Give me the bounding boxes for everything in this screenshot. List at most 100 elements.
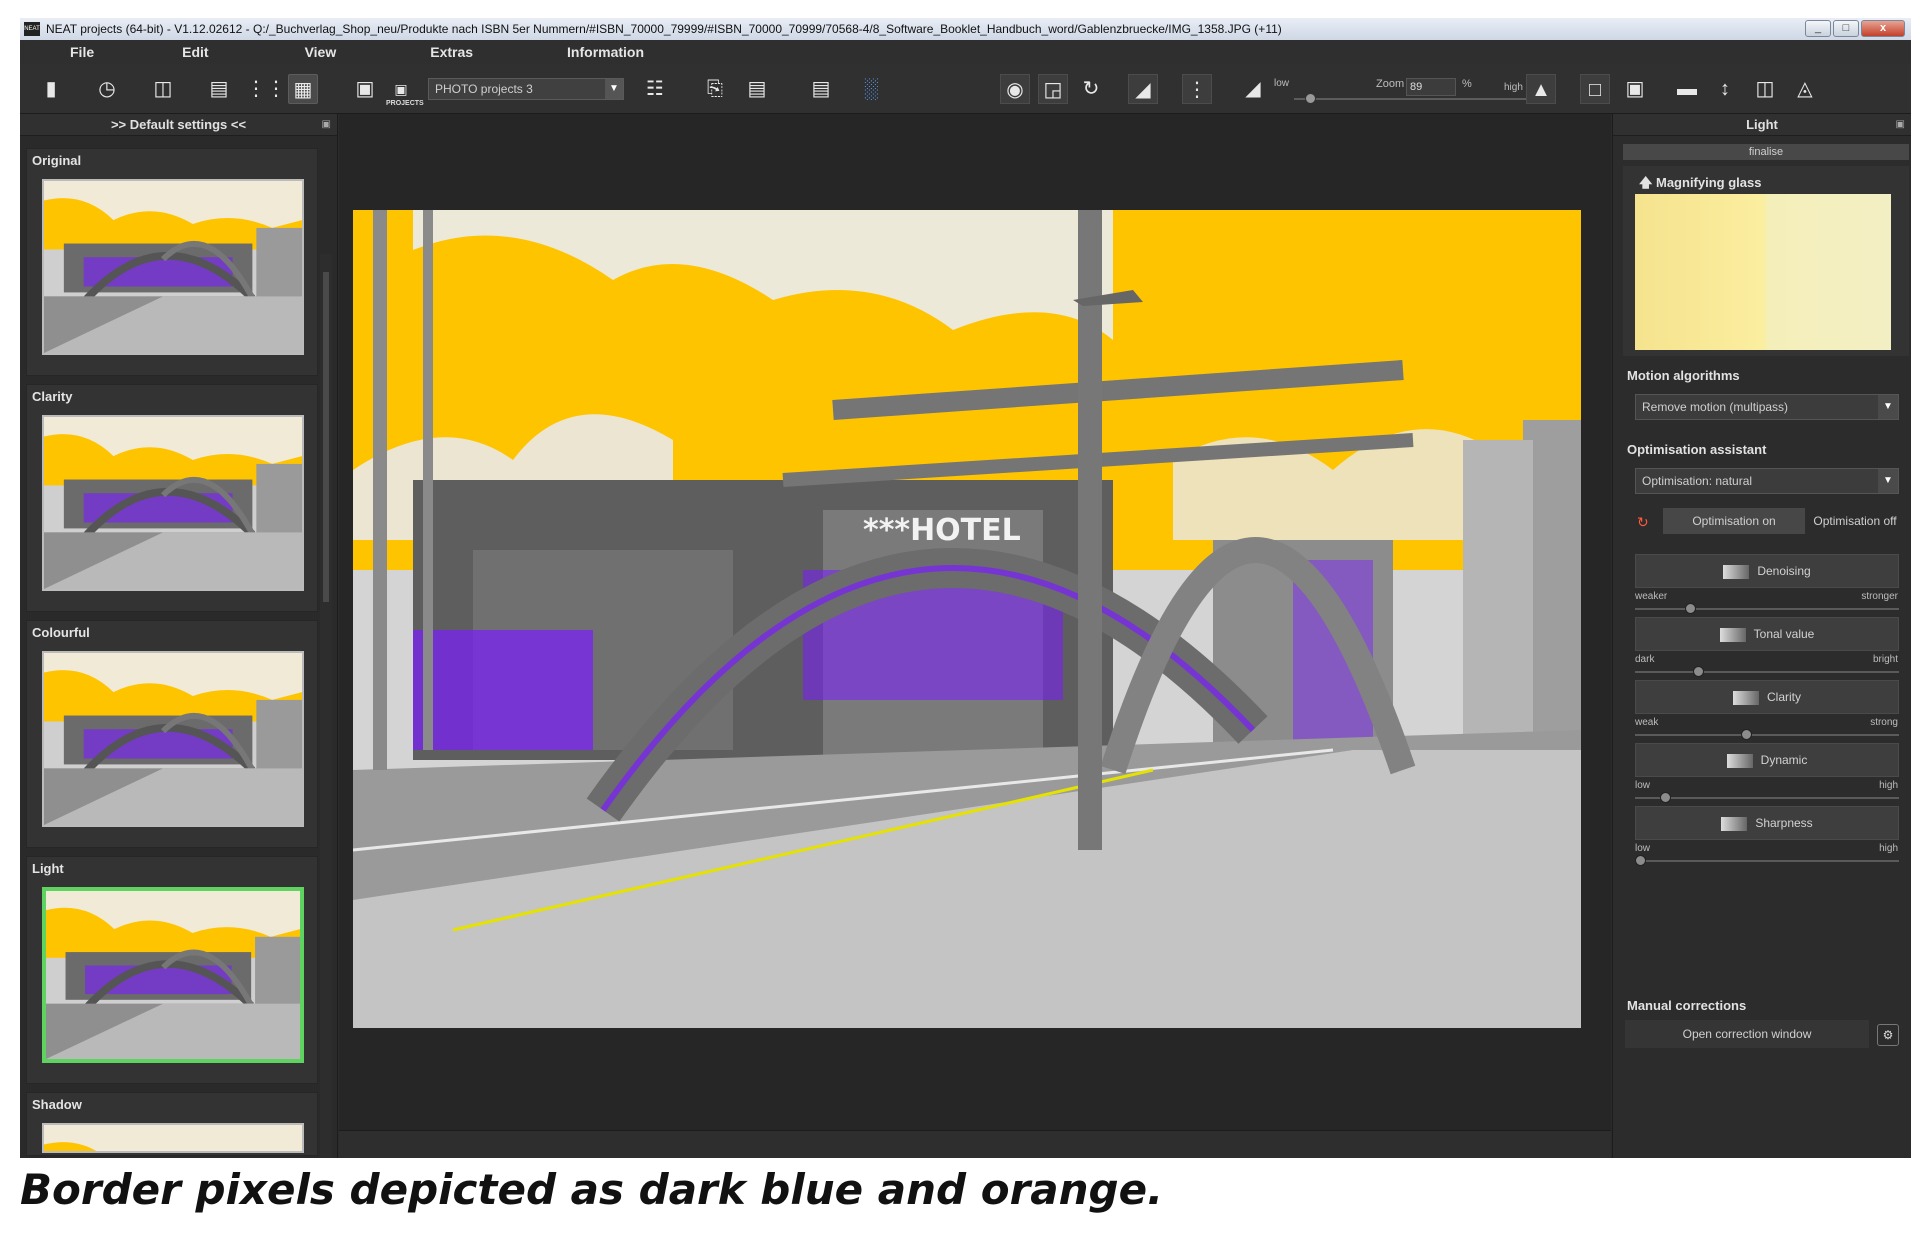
preset-thumbnail[interactable]	[42, 887, 304, 1063]
export-icon[interactable]: ⎘	[700, 74, 730, 104]
tool-slider-knob[interactable]	[1635, 855, 1646, 866]
presets-header-title: >> Default settings <<	[110, 117, 247, 132]
menu-extras[interactable]: Extras	[430, 40, 473, 64]
zoom-label: Zoom	[1376, 78, 1405, 90]
eye-icon[interactable]: ◉	[1000, 74, 1030, 104]
hotel-sign-text: ***HOTEL	[863, 513, 1021, 548]
frame-icon[interactable]: ▣	[1620, 74, 1650, 104]
project-select[interactable]: PHOTO projects 3 ▼	[428, 78, 624, 100]
preset-card-shadow[interactable]: Shadow	[26, 1092, 318, 1156]
zoom-input[interactable]: 89	[1406, 78, 1456, 96]
compare-icon[interactable]: ◢	[1128, 74, 1158, 104]
paste-icon[interactable]: ◫	[148, 74, 178, 104]
new-project-icon[interactable]: ▮	[36, 74, 66, 104]
zoom-in-icon[interactable]: ▲	[1526, 74, 1556, 104]
arrow-up-icon[interactable]: 🡅	[1639, 175, 1652, 190]
crop-icon[interactable]: □	[1580, 74, 1610, 104]
preset-card-original[interactable]: Original	[26, 148, 318, 376]
zoom-slider[interactable]	[1294, 93, 1530, 104]
preset-card-colourful[interactable]: Colourful	[26, 620, 318, 848]
presets-scrollbar[interactable]	[320, 254, 332, 1158]
preset-card-clarity[interactable]: Clarity	[26, 384, 318, 612]
motion-detect-icon[interactable]: ◲	[1038, 74, 1068, 104]
menu-file[interactable]: File	[70, 40, 94, 64]
tool-button-tonal-value[interactable]: Tonal value	[1635, 617, 1899, 651]
pin-icon[interactable]: ▣	[1896, 114, 1905, 136]
bridge-photo-image: ***HOTEL	[353, 210, 1581, 1028]
histogram-icon[interactable]: ░	[856, 74, 886, 104]
settings-grid-icon[interactable]: ▦	[288, 74, 318, 104]
motion-dropdown-value: Remove motion (multipass)	[1642, 400, 1789, 414]
tool-slider[interactable]	[1635, 603, 1899, 614]
tool-slider[interactable]	[1635, 855, 1899, 866]
tool-icon	[1721, 816, 1748, 831]
motion-dropdown[interactable]: Remove motion (multipass) ▼	[1635, 394, 1899, 420]
pin-icon[interactable]: ▣	[322, 114, 331, 136]
tool-max-label: high	[1879, 780, 1898, 791]
zoom-out-icon[interactable]: ◢	[1238, 74, 1268, 104]
minimize-button[interactable]: _	[1805, 20, 1831, 37]
preset-thumbnail[interactable]	[42, 415, 304, 591]
tool-slider[interactable]	[1635, 666, 1899, 677]
correction-settings-icon[interactable]: ⚙	[1877, 1024, 1899, 1046]
images-icon[interactable]: ▤	[204, 74, 234, 104]
preset-thumbnail[interactable]	[42, 1123, 304, 1153]
tool-slider[interactable]	[1635, 729, 1899, 740]
tool-slider-knob[interactable]	[1685, 603, 1696, 614]
preset-label: Colourful	[32, 625, 90, 640]
tool-icon	[1732, 690, 1759, 705]
tool-label: Dynamic	[1760, 753, 1808, 767]
neat-app-window: NEAT NEAT projects (64-bit) - V1.12.0261…	[20, 18, 1911, 1158]
history-icon[interactable]: ◷	[92, 74, 122, 104]
tool-button-sharpness[interactable]: Sharpness	[1635, 806, 1899, 840]
exif-icon[interactable]: ▤	[806, 74, 836, 104]
opt-dropdown[interactable]: Optimisation: natural ▼	[1635, 468, 1899, 494]
tool-max-label: stronger	[1861, 591, 1898, 602]
tool-slider-knob[interactable]	[1660, 792, 1671, 803]
presets-scrollbar-thumb[interactable]	[323, 272, 329, 602]
close-button[interactable]: x	[1861, 20, 1905, 37]
tool-label: Denoising	[1757, 564, 1811, 578]
dock-icon[interactable]: ◬	[1790, 74, 1820, 104]
window-title: NEAT projects (64-bit) - V1.12.02612 - Q…	[46, 22, 1282, 36]
open-correction-button[interactable]: Open correction window	[1625, 1020, 1869, 1048]
tool-button-dynamic[interactable]: Dynamic	[1635, 743, 1899, 777]
tool-button-clarity[interactable]: Clarity	[1635, 680, 1899, 714]
undock-icon[interactable]: ◫	[1750, 74, 1780, 104]
preset-label: Original	[32, 153, 82, 168]
menu-information[interactable]: Information	[567, 40, 644, 64]
zoom-slider-knob[interactable]	[1305, 93, 1316, 104]
tool-max-label: high	[1879, 843, 1898, 854]
fit-height-icon[interactable]: ↕	[1710, 74, 1740, 104]
grain-icon[interactable]: ⋮	[1182, 74, 1212, 104]
menu-view[interactable]: View	[305, 40, 337, 64]
manual-title: Manual corrections	[1627, 998, 1747, 1013]
zoom-unit: %	[1462, 78, 1472, 90]
finalise-button[interactable]: finalise	[1623, 144, 1909, 160]
adjust-icon[interactable]: ⋮⋮	[246, 74, 286, 104]
chevron-down-icon: ▼	[1878, 469, 1898, 493]
tool-slider-knob[interactable]	[1693, 666, 1704, 677]
preset-thumbnail[interactable]	[42, 651, 304, 827]
tool-slider-knob[interactable]	[1741, 729, 1752, 740]
preset-card-light[interactable]: Light	[26, 856, 318, 1084]
app-icon: NEAT	[24, 22, 40, 36]
project-select-value: PHOTO projects 3	[435, 82, 533, 96]
maximize-button[interactable]: □	[1833, 20, 1859, 37]
rotate-icon[interactable]: ↻	[1076, 74, 1106, 104]
preset-thumbnail[interactable]	[42, 179, 304, 355]
magnifier-preview	[1635, 194, 1891, 350]
chevron-down-icon: ▼	[1878, 395, 1898, 419]
menu-edit[interactable]: Edit	[182, 40, 208, 64]
tool-slider[interactable]	[1635, 792, 1899, 803]
refresh-icon[interactable]: ↻	[1637, 514, 1649, 531]
optimisation-off-button[interactable]: Optimisation off	[1807, 508, 1903, 534]
main-photo[interactable]: ***HOTEL	[353, 210, 1581, 1028]
tool-button-denoising[interactable]: Denoising	[1635, 554, 1899, 588]
layers-icon[interactable]: ☷	[640, 74, 670, 104]
fit-width-icon[interactable]: ▬	[1672, 74, 1702, 104]
settings-panel: Light ▣ finalise 🡅 Magnifying glass Moti…	[1612, 114, 1911, 1158]
optimisation-on-button[interactable]: Optimisation on	[1663, 508, 1805, 534]
save-icon[interactable]: ▣	[350, 74, 380, 104]
film-icon[interactable]: ▤	[742, 74, 772, 104]
